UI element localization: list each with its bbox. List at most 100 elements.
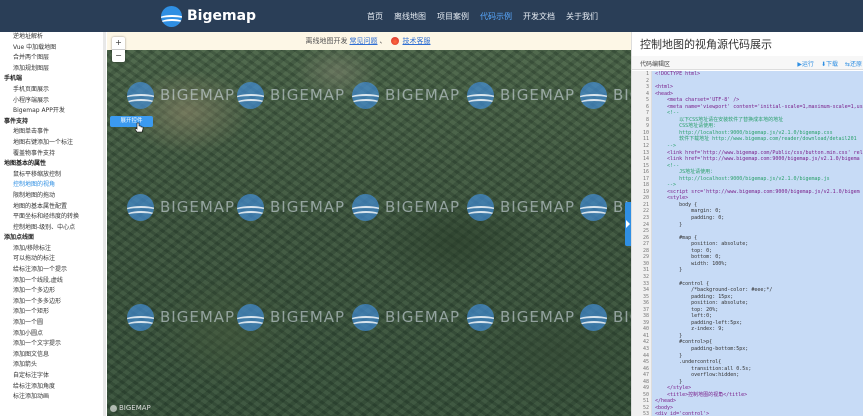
watermark-text: BIGEMAP	[385, 308, 461, 326]
map-watermark: BIGEMAP	[580, 80, 631, 110]
watermark-text: BIGEMAP	[613, 308, 631, 326]
sidebar-item[interactable]: 添加一个多边形	[0, 286, 106, 297]
download-button[interactable]: ⬇下载	[821, 59, 838, 68]
sidebar-item[interactable]: 平面坐标和经纬度的转换	[0, 212, 106, 223]
sidebar-category: 手机端	[4, 75, 23, 83]
reset-button[interactable]: ⇆还原	[845, 59, 862, 68]
hand-cursor-icon	[134, 122, 144, 133]
sidebar-item[interactable]: 小程序端展示	[0, 96, 106, 107]
sidebar-item[interactable]: 添加规划图层	[0, 64, 106, 75]
map-watermark: BIGEMAP	[237, 80, 345, 110]
notice-text: 离线地图开发	[305, 37, 348, 45]
sidebar-item[interactable]: 标注添加动画	[0, 392, 106, 403]
code-text-area[interactable]: <!DOCTYPE html> <html> <head> <meta charse…	[652, 71, 863, 416]
sidebar-scrollbar[interactable]	[103, 32, 106, 416]
map-watermark: BIGEMAP	[127, 302, 235, 332]
sidebar-item[interactable]: 添加小圆点	[0, 329, 106, 340]
top-navbar: Bigemap 首页 离线地图 项目案例 代码示例 开发文档 关于我们	[0, 0, 863, 32]
nav-home[interactable]: 首页	[367, 8, 383, 25]
sidebar-item[interactable]: 可以拖动的标注	[0, 254, 106, 265]
sidebar-item[interactable]: 地图的基本属性配置	[0, 202, 106, 213]
sidebar-category: 地图基本的属性	[4, 160, 47, 168]
map-watermark: BIGEMAP	[127, 192, 235, 222]
sidebar-category: 添加点线面	[4, 234, 35, 242]
code-panel: 控制地图的视角源代码展示 代码编辑区 ▶运行 ⬇下载 ⇆还原 123456789…	[631, 32, 863, 416]
watermark-text: BIGEMAP	[160, 308, 236, 326]
code-line: 软件下载地址 http://www.bigemap.com/reader/dow…	[655, 136, 857, 143]
sidebar-item[interactable]: 控制地图-级别、中心点	[0, 223, 106, 234]
sidebar-item[interactable]: 添加一个文字提示	[0, 339, 106, 350]
sidebar-item[interactable]: 给标注添加角度	[0, 382, 106, 393]
code-line: <div id='control'>	[655, 411, 710, 416]
map-watermark: BIGEMAP	[352, 80, 460, 110]
run-button[interactable]: ▶运行	[797, 59, 814, 68]
watermark-text: BIGEMAP	[270, 86, 346, 104]
tech-support-link[interactable]: 技术客服	[403, 36, 431, 46]
watermark-text: BIGEMAP	[385, 198, 461, 216]
sidebar-item[interactable]: 添加箭头	[0, 360, 106, 371]
watermark-logo-icon	[352, 303, 379, 331]
nav-docs[interactable]: 开发文档	[523, 8, 555, 25]
zoom-control: + −	[112, 37, 125, 62]
zoom-out-button[interactable]: −	[112, 50, 125, 63]
sidebar-item[interactable]: 添加一个线段,虚线	[0, 276, 106, 287]
sidebar-item[interactable]: 添加图文信息	[0, 350, 106, 361]
sidebar-item[interactable]: 合并两个图层	[0, 53, 106, 64]
faq-link[interactable]: 常见问题	[350, 36, 378, 46]
sidebar-item[interactable]: 给标注添加一个提示	[0, 265, 106, 276]
watermark-text: BIGEMAP	[500, 308, 576, 326]
attribution-text: BIGEMAP	[119, 404, 151, 412]
watermark-logo-icon	[237, 81, 264, 109]
map-canvas[interactable]: BIGEMAPBIGEMAPBIGEMAPBIGEMAPBIGEMAPBIGEM…	[107, 32, 631, 416]
map-watermark: BIGEMAP	[237, 302, 345, 332]
watermark-logo-icon	[127, 193, 154, 221]
sidebar-item[interactable]: 鼠标平移缩放控制	[0, 170, 106, 181]
code-line: <link href='http://www.bigemap.com:9000/…	[655, 156, 860, 163]
sidebar-item[interactable]: Bigemap APP开发	[0, 106, 106, 117]
sidebar-item[interactable]: 手机页面展示	[0, 85, 106, 96]
sidebar-item[interactable]: 添加一个圆	[0, 318, 106, 329]
editor-label: 代码编辑区	[640, 61, 671, 68]
sidebar-item[interactable]: 地图单击事件	[0, 127, 106, 138]
watermark-logo-icon	[127, 303, 154, 331]
attribution-logo-icon	[110, 404, 117, 412]
sidebar-category: 事件支持	[4, 117, 29, 125]
map-watermark: BIGEMAP	[352, 192, 460, 222]
code-editor[interactable]: 1 2 3 4 5 6 7 8 9 10 11 12 13 14 15 16 17 18 19 20 21 22 23 24 2…	[632, 71, 863, 416]
expand-control-button[interactable]: 展开控件	[110, 116, 153, 127]
watermark-logo-icon	[467, 81, 494, 109]
watermark-text: BIGEMAP	[385, 86, 461, 104]
watermark-text: BIGEMAP	[160, 198, 236, 216]
watermark-logo-icon	[352, 81, 379, 109]
nav-cases[interactable]: 项目案例	[437, 8, 469, 25]
nav-offline-map[interactable]: 离线地图	[394, 8, 426, 25]
map-attribution: BIGEMAP	[110, 404, 151, 412]
map-watermark: BIGEMAP	[237, 192, 345, 222]
sidebar-item[interactable]: 逆地址解析	[0, 32, 106, 43]
code-line: <meta name='viewport' content='initial-s…	[655, 103, 863, 110]
editor-actions: ▶运行 ⬇下载 ⇆还原	[790, 59, 862, 68]
brand-name: Bigemap	[187, 8, 257, 24]
sidebar-item[interactable]: 限制地图的拖动	[0, 191, 106, 202]
bigemap-logo-icon	[161, 5, 182, 27]
nav-code-examples[interactable]: 代码示例	[480, 8, 512, 25]
watermark-text: BIGEMAP	[160, 86, 236, 104]
main-nav: 首页 离线地图 项目案例 代码示例 开发文档 关于我们	[367, 0, 609, 32]
sidebar-item[interactable]: 添加一个矩形	[0, 307, 106, 318]
sidebar-item[interactable]: 控制地图的视角	[0, 180, 106, 191]
sidebar-item[interactable]: 添加/移除标注	[0, 244, 106, 255]
watermark-logo-icon	[352, 193, 379, 221]
watermark-logo-icon	[580, 303, 607, 331]
nav-about[interactable]: 关于我们	[566, 8, 598, 25]
map-watermark: BIGEMAP	[580, 302, 631, 332]
zoom-in-button[interactable]: +	[112, 37, 125, 50]
watermark-logo-icon	[237, 193, 264, 221]
sidebar-item[interactable]: 地图右键添加一个标注	[0, 138, 106, 149]
sidebar-item[interactable]: 自定标注字体	[0, 371, 106, 382]
sidebar-item[interactable]: 添加一个多多边形	[0, 297, 106, 308]
watermark-text: BIGEMAP	[270, 198, 346, 216]
brand-logo[interactable]: Bigemap	[161, 5, 256, 27]
line-number-gutter: 1 2 3 4 5 6 7 8 9 10 11 12 13 14 15 16 17 18 19 20 21 22 23 24 2…	[632, 71, 652, 416]
sidebar-item[interactable]: Vue 中加载地图	[0, 43, 106, 54]
sidebar-item[interactable]: 覆盖物事件支持	[0, 149, 106, 160]
